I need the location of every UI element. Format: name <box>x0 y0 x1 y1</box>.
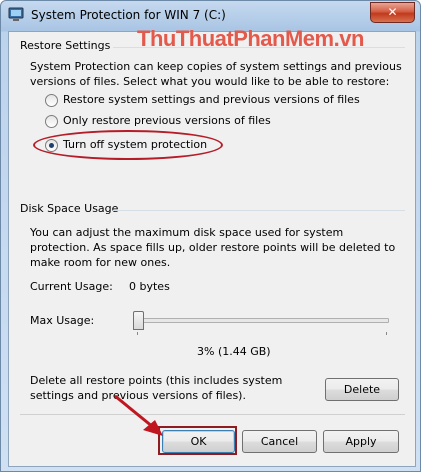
max-usage-slider-track[interactable] <box>133 318 389 323</box>
radio-restore-files[interactable]: Only restore previous versions of files <box>45 114 271 128</box>
cancel-button[interactable]: Cancel <box>242 430 317 453</box>
disk-space-description: You can adjust the maximum disk space us… <box>30 226 396 269</box>
dialog-client-area: Restore Settings System Protection can k… <box>8 31 416 467</box>
max-usage-slider-thumb[interactable] <box>133 311 144 330</box>
slider-tick <box>137 332 138 335</box>
max-usage-label: Max Usage: <box>30 314 95 327</box>
system-properties-icon <box>8 7 24 21</box>
delete-button[interactable]: Delete <box>325 378 399 401</box>
footer-separator <box>20 414 405 415</box>
current-usage-value: 0 bytes <box>129 280 170 293</box>
dialog-window: System Protection for WIN 7 (C:) ✕ Resto… <box>0 0 421 472</box>
title-bar[interactable]: System Protection for WIN 7 (C:) ✕ <box>1 1 420 29</box>
radio-label: Only restore previous versions of files <box>63 114 271 127</box>
watermark-logo: ThuThuatPhanMem.vn <box>137 26 364 51</box>
annotation-box <box>158 426 237 455</box>
group-separator <box>113 210 405 211</box>
disk-space-label: Disk Space Usage <box>20 202 119 215</box>
restore-settings-label: Restore Settings <box>20 39 111 52</box>
annotation-arrow-icon <box>114 394 163 436</box>
current-usage-label: Current Usage: <box>30 280 113 293</box>
radio-button[interactable] <box>45 114 58 128</box>
annotation-ellipse <box>33 130 223 160</box>
close-button[interactable]: ✕ <box>370 2 415 23</box>
radio-button[interactable] <box>45 93 58 107</box>
restore-settings-description: System Protection can keep copies of sys… <box>30 60 402 88</box>
radio-restore-all[interactable]: Restore system settings and previous ver… <box>45 93 360 107</box>
apply-button[interactable]: Apply <box>323 430 399 453</box>
radio-label: Restore system settings and previous ver… <box>63 93 360 106</box>
window-title: System Protection for WIN 7 (C:) <box>31 8 226 22</box>
max-usage-value: 3% (1.44 GB) <box>197 345 271 358</box>
slider-tick <box>386 332 387 335</box>
